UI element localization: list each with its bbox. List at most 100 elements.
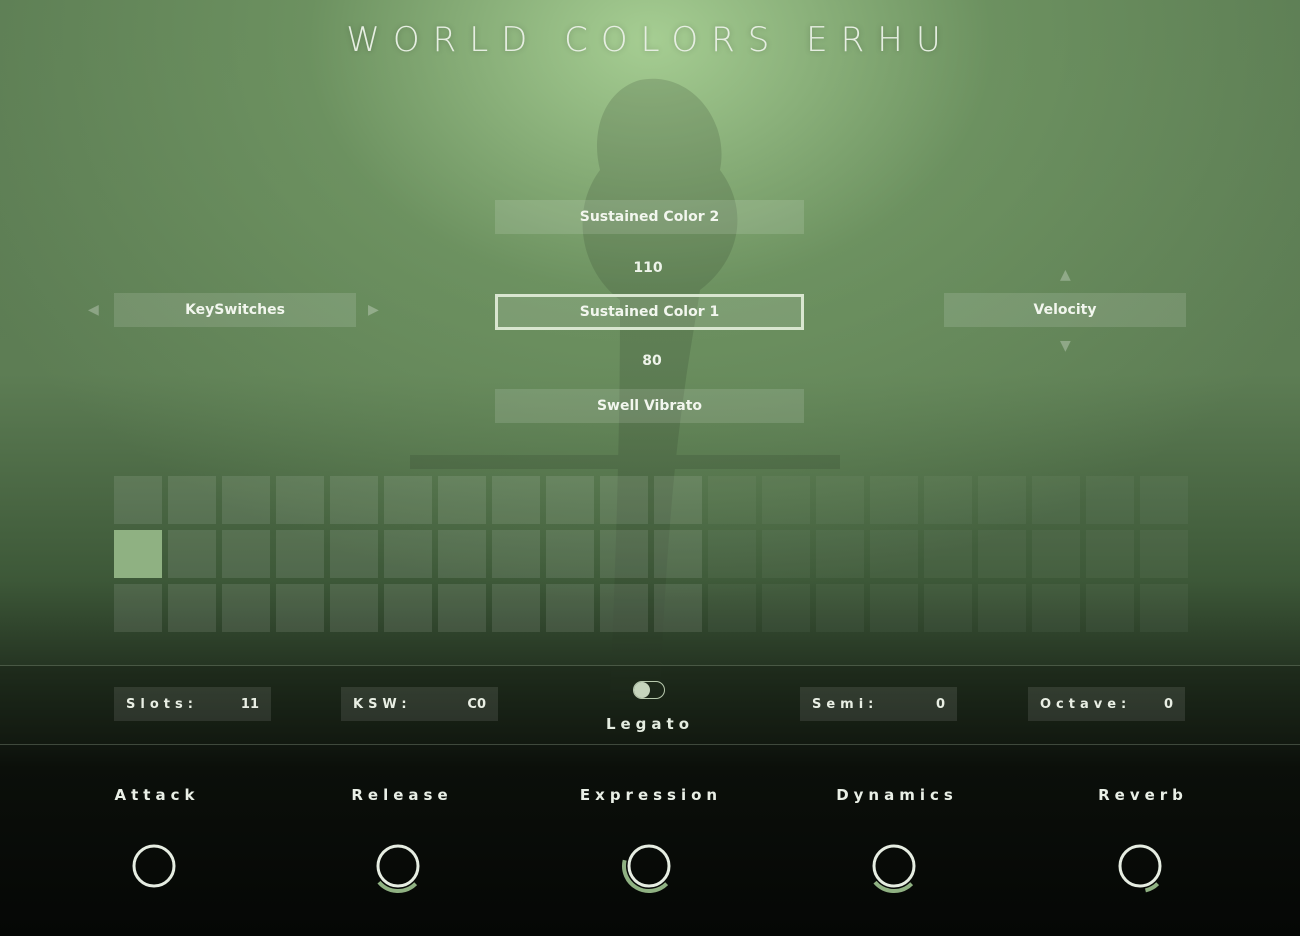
slot-cell[interactable] bbox=[168, 476, 216, 524]
slot-cell[interactable] bbox=[816, 476, 864, 524]
slot-cell[interactable] bbox=[276, 530, 324, 578]
slot-cell[interactable] bbox=[708, 530, 756, 578]
slot-cell[interactable] bbox=[762, 530, 810, 578]
attack-label: Attack bbox=[114, 786, 200, 804]
slot-cell[interactable] bbox=[546, 476, 594, 524]
expression-label: Expression bbox=[579, 786, 723, 804]
articulation-upper[interactable]: Sustained Color 2 bbox=[495, 200, 804, 234]
slot-cell[interactable] bbox=[654, 530, 702, 578]
slot-cell[interactable] bbox=[978, 476, 1026, 524]
octave-value: 0 bbox=[1163, 696, 1173, 712]
slot-cell[interactable] bbox=[384, 476, 432, 524]
slot-cell[interactable] bbox=[1086, 530, 1134, 578]
articulation-active[interactable]: Sustained Color 1 bbox=[495, 294, 804, 330]
keyswitches-label: KeySwitches bbox=[185, 302, 285, 318]
slot-cell[interactable] bbox=[330, 584, 378, 632]
slot-cell[interactable] bbox=[600, 584, 648, 632]
slot-cell[interactable] bbox=[438, 476, 486, 524]
legato-toggle-knob bbox=[634, 682, 650, 698]
slot-cell[interactable] bbox=[978, 584, 1026, 632]
slot-cell[interactable] bbox=[762, 584, 810, 632]
octave-label: Octave: bbox=[1040, 696, 1132, 712]
ksw-field[interactable]: KSW: C0 bbox=[341, 687, 498, 721]
slot-cell[interactable] bbox=[816, 584, 864, 632]
slot-cell[interactable] bbox=[1032, 584, 1080, 632]
slot-cell[interactable] bbox=[330, 530, 378, 578]
dynamics-label: Dynamics bbox=[836, 786, 958, 804]
articulation-active-label: Sustained Color 1 bbox=[579, 304, 720, 320]
slot-cell[interactable] bbox=[870, 530, 918, 578]
slot-cell[interactable] bbox=[384, 530, 432, 578]
slot-cell[interactable] bbox=[600, 530, 648, 578]
slot-cell[interactable] bbox=[222, 584, 270, 632]
right-arrow-icon[interactable]: ▶ bbox=[368, 303, 379, 317]
instrument-title: WORLD COLORS ERHU bbox=[346, 20, 954, 60]
slot-cell[interactable] bbox=[600, 476, 648, 524]
slot-cell[interactable] bbox=[1140, 530, 1188, 578]
slot-cell[interactable] bbox=[870, 476, 918, 524]
articulation-lower-value: 80 bbox=[642, 353, 662, 369]
slots-field[interactable]: Slots: 11 bbox=[114, 687, 271, 721]
dynamics-knob[interactable] bbox=[864, 836, 924, 896]
ksw-label: KSW: bbox=[353, 696, 412, 712]
octave-field[interactable]: Octave: 0 bbox=[1028, 687, 1185, 721]
slot-cell[interactable] bbox=[168, 584, 216, 632]
slot-cell[interactable] bbox=[1032, 476, 1080, 524]
slot-cell[interactable] bbox=[654, 584, 702, 632]
slot-cell[interactable] bbox=[114, 476, 162, 524]
slots-value: 11 bbox=[240, 696, 259, 712]
slot-cell[interactable] bbox=[1086, 476, 1134, 524]
legato-label: Legato bbox=[605, 715, 695, 733]
slot-cell[interactable] bbox=[978, 530, 1026, 578]
semi-value: 0 bbox=[935, 696, 945, 712]
slot-cell[interactable] bbox=[438, 530, 486, 578]
slot-cell[interactable] bbox=[222, 530, 270, 578]
slot-cell[interactable] bbox=[1140, 476, 1188, 524]
slot-cell[interactable] bbox=[546, 584, 594, 632]
slot-cell[interactable] bbox=[708, 584, 756, 632]
slot-cell[interactable] bbox=[1086, 584, 1134, 632]
slot-cell[interactable] bbox=[492, 530, 540, 578]
semi-field[interactable]: Semi: 0 bbox=[800, 687, 957, 721]
expression-knob[interactable] bbox=[619, 836, 679, 896]
velocity-selector[interactable]: Velocity bbox=[944, 293, 1186, 327]
slot-cell[interactable] bbox=[654, 476, 702, 524]
left-arrow-icon[interactable]: ◀ bbox=[88, 303, 99, 317]
slot-cell[interactable] bbox=[492, 476, 540, 524]
articulation-upper-value: 110 bbox=[633, 260, 663, 276]
velocity-label: Velocity bbox=[1033, 302, 1097, 318]
slot-cell[interactable] bbox=[114, 584, 162, 632]
slot-cell[interactable] bbox=[546, 530, 594, 578]
knob-ring bbox=[132, 844, 176, 888]
slot-cell[interactable] bbox=[114, 530, 162, 578]
slot-cell[interactable] bbox=[762, 476, 810, 524]
down-arrow-icon[interactable]: ▼ bbox=[1060, 339, 1071, 353]
slot-cell[interactable] bbox=[924, 530, 972, 578]
legato-toggle[interactable] bbox=[633, 681, 665, 699]
slot-cell[interactable] bbox=[276, 584, 324, 632]
slot-cell[interactable] bbox=[1140, 584, 1188, 632]
knob-ring bbox=[1118, 844, 1162, 888]
slot-cell[interactable] bbox=[438, 584, 486, 632]
slot-cell[interactable] bbox=[330, 476, 378, 524]
slot-cell[interactable] bbox=[168, 530, 216, 578]
slot-cell[interactable] bbox=[924, 584, 972, 632]
articulation-lower-label: Swell Vibrato bbox=[596, 398, 703, 414]
slot-cell[interactable] bbox=[924, 476, 972, 524]
release-knob[interactable] bbox=[368, 836, 428, 896]
slot-cell[interactable] bbox=[276, 476, 324, 524]
attack-knob[interactable] bbox=[124, 836, 184, 896]
reverb-knob[interactable] bbox=[1110, 836, 1170, 896]
slot-cell[interactable] bbox=[816, 530, 864, 578]
release-label: Release bbox=[351, 786, 453, 804]
slot-cell[interactable] bbox=[222, 476, 270, 524]
up-arrow-icon[interactable]: ▲ bbox=[1060, 268, 1071, 282]
slot-cell[interactable] bbox=[708, 476, 756, 524]
slot-cell[interactable] bbox=[492, 584, 540, 632]
knob-ring bbox=[376, 844, 420, 888]
articulation-lower[interactable]: Swell Vibrato bbox=[495, 389, 804, 423]
slot-cell[interactable] bbox=[870, 584, 918, 632]
slot-cell[interactable] bbox=[1032, 530, 1080, 578]
slot-cell[interactable] bbox=[384, 584, 432, 632]
keyswitches-selector[interactable]: KeySwitches bbox=[114, 293, 356, 327]
